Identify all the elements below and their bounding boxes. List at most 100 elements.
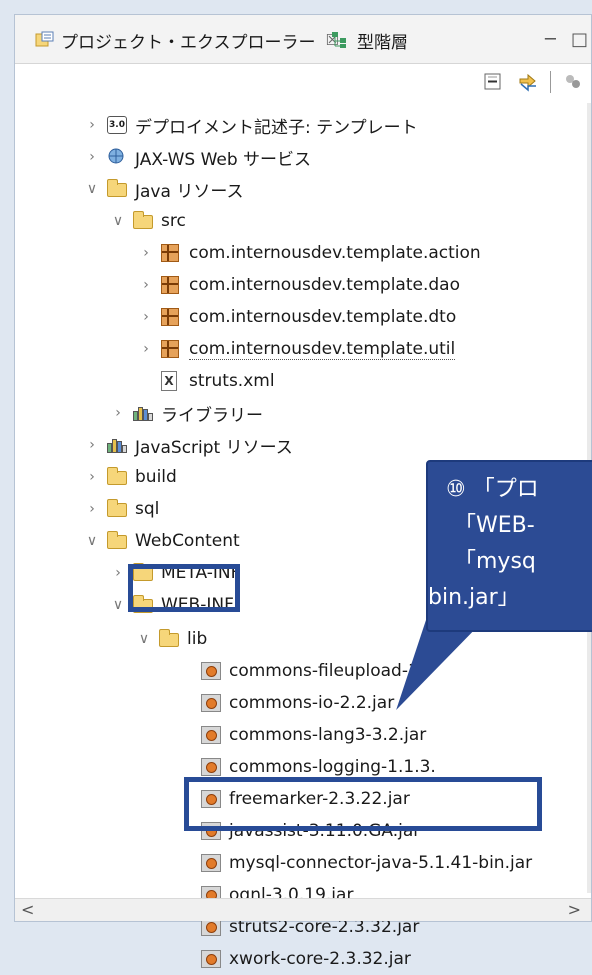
tree-item-jar-freemarker[interactable]: freemarker-2.3.22.jar [175,783,410,815]
tree-item-label: com.internousdev.template.util [189,338,456,360]
type-hierarchy-icon [331,31,349,49]
tree-item-build[interactable]: › build [81,461,177,493]
jar-icon [201,693,223,713]
tree-item-jar-io[interactable]: commons-io-2.2.jar [175,687,394,719]
tree-item-deploy[interactable]: › 3.0 デプロイメント記述子: テンプレート [81,109,418,141]
tree-item-pkg-dto[interactable]: › com.internousdev.template.dto [135,301,456,333]
collapse-all-icon[interactable] [482,71,506,93]
tree-item-lib[interactable]: ∨ lib [133,623,207,655]
collapsed-chevron-icon[interactable]: › [135,341,157,357]
tree-item-webcontent[interactable]: ∨ WebContent [81,525,240,557]
view-tab-bar: プロジェクト・エクスプローラー ☒ 型階層 ─ □ [15,15,591,64]
folder-icon [106,531,129,551]
collapsed-chevron-icon[interactable]: › [135,245,157,261]
tree-item-label: JavaScript リソース [135,437,293,458]
tree-item-jaxws[interactable]: › JAX-WS Web サービス [81,141,311,173]
expanded-chevron-icon[interactable]: ∨ [107,213,129,229]
tree-item-label: JAX-WS Web サービス [135,149,312,170]
collapsed-chevron-icon[interactable]: › [135,309,157,325]
tab-type-hierarchy[interactable]: 型階層 [331,25,408,55]
collapsed-chevron-icon[interactable]: › [81,501,103,517]
folder-icon [132,595,155,615]
tree-item-label: com.internousdev.template.dto [189,307,457,327]
jar-icon [201,789,223,809]
folder-icon [106,467,129,487]
jar-icon [201,757,223,777]
package-icon [161,307,183,327]
tree-item-src[interactable]: ∨ src [107,205,186,237]
tree-item-label: WEB-INF [161,595,234,615]
scroll-right-arrow[interactable]: > [568,900,581,919]
package-icon [161,339,183,359]
expanded-chevron-icon[interactable]: ∨ [81,181,103,197]
collapsed-chevron-icon[interactable]: › [81,149,103,165]
tree-item-label: デプロイメント記述子: テンプレート [135,117,418,138]
tree-item-jar-javassist[interactable]: javassist-3.11.0.GA.jar [175,815,420,847]
tree-item-library[interactable]: › ライブラリー [107,397,263,429]
library-icon [133,403,155,423]
scroll-left-arrow[interactable]: < [21,900,34,919]
folder-icon [158,629,181,649]
jar-icon [201,853,223,873]
tree-item-jar-xwork[interactable]: xwork-core-2.3.32.jar [175,943,411,975]
jar-icon [201,661,223,681]
tree-item-js[interactable]: › JavaScript リソース [81,429,293,461]
maximize-button[interactable]: □ [571,29,588,50]
callout-line-3: 「mysq [454,549,536,574]
tree-item-jar-fileupload[interactable]: commons-fileupload-1 [175,655,419,687]
tree-item-pkg-dao[interactable]: › com.internousdev.template.dao [135,269,460,301]
tree-item-label: commons-io-2.2.jar [229,693,395,713]
package-icon [161,275,183,295]
tree-item-label: xwork-core-2.3.32.jar [229,949,411,969]
source-folder-icon [132,211,155,231]
tree-item-label: Java リソース [135,181,244,202]
folder-icon [132,563,155,583]
tree-item-label: META-INF [161,563,241,583]
tree-item-web-inf[interactable]: ∨ WEB-INF [107,589,234,621]
tab-type-hierarchy-label: 型階層 [357,32,408,53]
collapsed-chevron-icon[interactable]: › [107,565,129,581]
tree-item-label: build [135,467,177,487]
folder-icon [106,499,129,519]
filter-icon[interactable] [561,71,585,93]
tree-item-label: commons-lang3-3.2.jar [229,725,427,745]
collapsed-chevron-icon[interactable]: › [81,117,103,133]
callout-line-1: ⑩ 「プロ [446,477,539,502]
tree-item-meta-inf[interactable]: › META-INF [107,557,240,589]
collapsed-chevron-icon[interactable]: › [135,277,157,293]
tab-project-explorer[interactable]: プロジェクト・エクスプローラー ☒ [35,25,339,55]
tree-item-pkg-util[interactable]: › com.internousdev.template.util [135,333,456,365]
tree-item-java[interactable]: ∨ Java リソース [81,173,243,205]
instruction-callout: ⑩ 「プロ 「WEB- 「mysq bin.jar」 [426,460,592,632]
expanded-chevron-icon[interactable]: ∨ [81,533,103,549]
collapsed-chevron-icon[interactable]: › [81,469,103,485]
collapsed-chevron-icon[interactable]: › [81,437,103,453]
expanded-chevron-icon[interactable]: ∨ [107,597,129,613]
tab-project-explorer-label: プロジェクト・エクスプローラー [61,32,316,53]
tree-item-label: freemarker-2.3.22.jar [229,789,410,809]
tree-item-label: src [161,211,186,231]
minimize-button[interactable]: ─ [545,29,556,50]
jar-icon [201,725,223,745]
expanded-chevron-icon[interactable]: ∨ [133,631,155,647]
tree-item-label: lib [187,629,208,649]
collapsed-chevron-icon[interactable]: › [107,405,129,421]
deployment-descriptor-icon: 3.0 [107,115,129,135]
tree-item-label: commons-fileupload-1 [229,661,419,681]
tree-item-sql[interactable]: › sql [81,493,159,525]
horizontal-scrollbar[interactable]: < > [15,898,591,921]
jar-icon [201,821,223,841]
tree-item-label: ライブラリー [161,405,263,426]
jar-icon [201,949,223,969]
package-icon [161,243,183,263]
web-service-icon [107,147,129,167]
tree-item-label: com.internousdev.template.dao [189,275,460,295]
tree-item-label: WebContent [135,531,240,551]
tree-item-jar-lang3[interactable]: commons-lang3-3.2.jar [175,719,426,751]
tree-item-jar-logging[interactable]: commons-logging-1.1.3. [175,751,436,783]
tree-item-jar-mysql[interactable]: mysql-connector-java-5.1.41-bin.jar [175,847,532,879]
project-explorer-icon [35,31,55,49]
tree-item-struts-xml[interactable]: Xstruts.xml [135,365,275,397]
link-editor-icon[interactable] [516,71,540,93]
tree-item-pkg-action[interactable]: › com.internousdev.template.action [135,237,481,269]
